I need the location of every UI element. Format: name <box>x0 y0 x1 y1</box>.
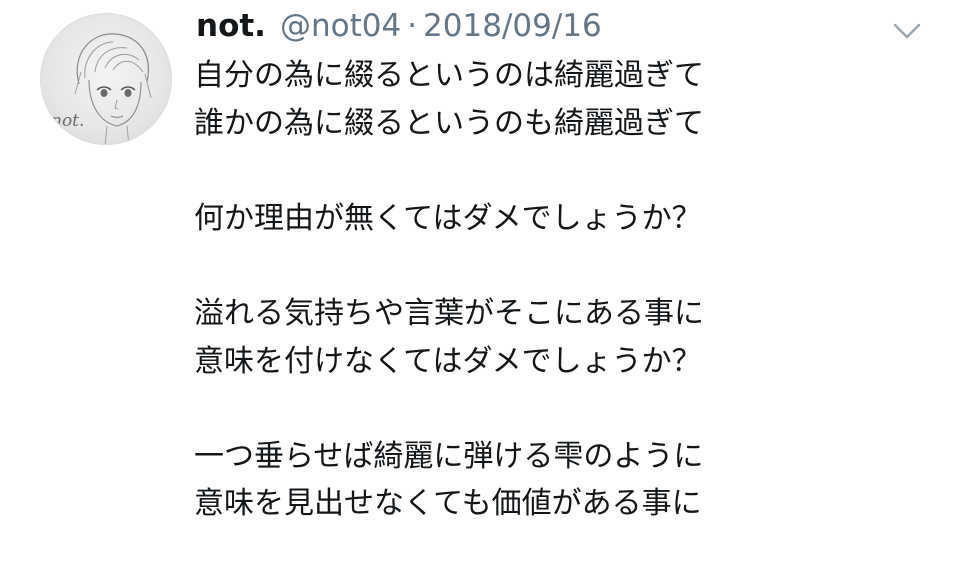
tweet-text: 自分の為に綴るというのは綺麗過ぎて 誰かの為に綴るというのも綺麗過ぎて 何か理由… <box>194 52 934 528</box>
tweet-line: 意味を見出せなくても価値がある事に <box>194 486 702 522</box>
tweet-line: 誰かの為に綴るというのも綺麗過ぎて <box>194 105 704 141</box>
tweet: not. not. @not04 · 2018/09/16 自分の為に綴るという… <box>0 0 960 564</box>
tweet-line: 溢れる気持ちや言葉がそこにある事に <box>194 295 704 331</box>
display-name[interactable]: not. <box>196 8 266 44</box>
avatar-signature: not. <box>51 111 84 131</box>
header-separator: · <box>407 8 418 44</box>
avatar-illustration: not. <box>51 33 152 144</box>
chevron-down-icon[interactable] <box>892 20 922 42</box>
tweet-line: 何か理由が無くてはダメでしょうか？ <box>194 200 702 236</box>
user-handle[interactable]: @not04 <box>280 8 401 44</box>
avatar[interactable]: not. <box>40 13 172 145</box>
tweet-line: 意味を付けなくてはダメでしょうか？ <box>194 343 702 379</box>
tweet-line: 自分の為に綴るというのは綺麗過ぎて <box>194 58 704 93</box>
tweet-date[interactable]: 2018/09/16 <box>423 8 602 44</box>
tweet-header: not. @not04 · 2018/09/16 <box>196 8 602 52</box>
tweet-line: 一つ垂らせば綺麗に弾ける雫のように <box>194 438 704 474</box>
